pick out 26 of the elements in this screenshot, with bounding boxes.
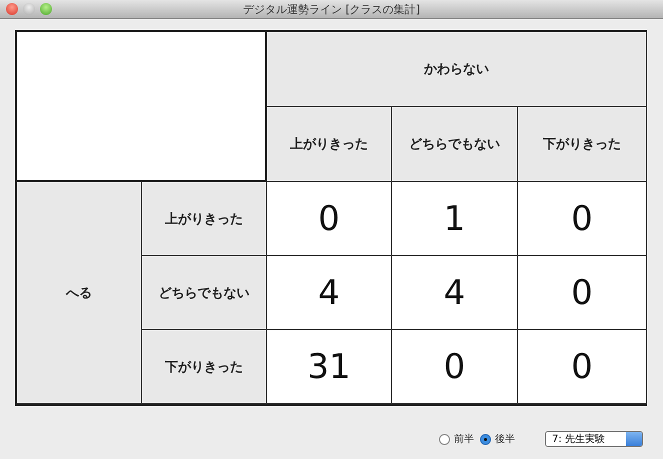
count-cell: 1 <box>392 182 518 256</box>
column-header: どちらでもない <box>392 107 518 182</box>
count-cell: 0 <box>392 330 518 404</box>
radio-label: 前半 <box>454 432 474 446</box>
row-group-header: へる <box>17 182 142 404</box>
close-button[interactable] <box>6 3 18 15</box>
class-dropdown[interactable]: 7: 先生実験 <box>545 431 643 447</box>
zoom-button[interactable] <box>40 3 52 15</box>
window-title: デジタル運勢ライン [クラスの集計] <box>242 2 420 16</box>
count-cell: 4 <box>392 256 518 330</box>
radio-button[interactable] <box>480 434 491 444</box>
minimize-button[interactable] <box>23 3 35 15</box>
row-header: 上がりきった <box>142 182 267 256</box>
count-cell: 4 <box>267 256 392 330</box>
column-header: 下がりきった <box>518 107 647 182</box>
row-header: 下がりきった <box>142 330 267 404</box>
column-group-header: かわらない <box>267 32 647 107</box>
row-header: どちらでもない <box>142 256 267 330</box>
count-cell: 31 <box>267 330 392 404</box>
column-header: 上がりきった <box>267 107 392 182</box>
count-cell: 0 <box>518 330 647 404</box>
radio-label: 後半 <box>495 432 515 446</box>
count-cell: 0 <box>267 182 392 256</box>
count-cell: 0 <box>518 182 647 256</box>
radio-button[interactable] <box>439 434 450 444</box>
count-cell: 0 <box>518 256 647 330</box>
